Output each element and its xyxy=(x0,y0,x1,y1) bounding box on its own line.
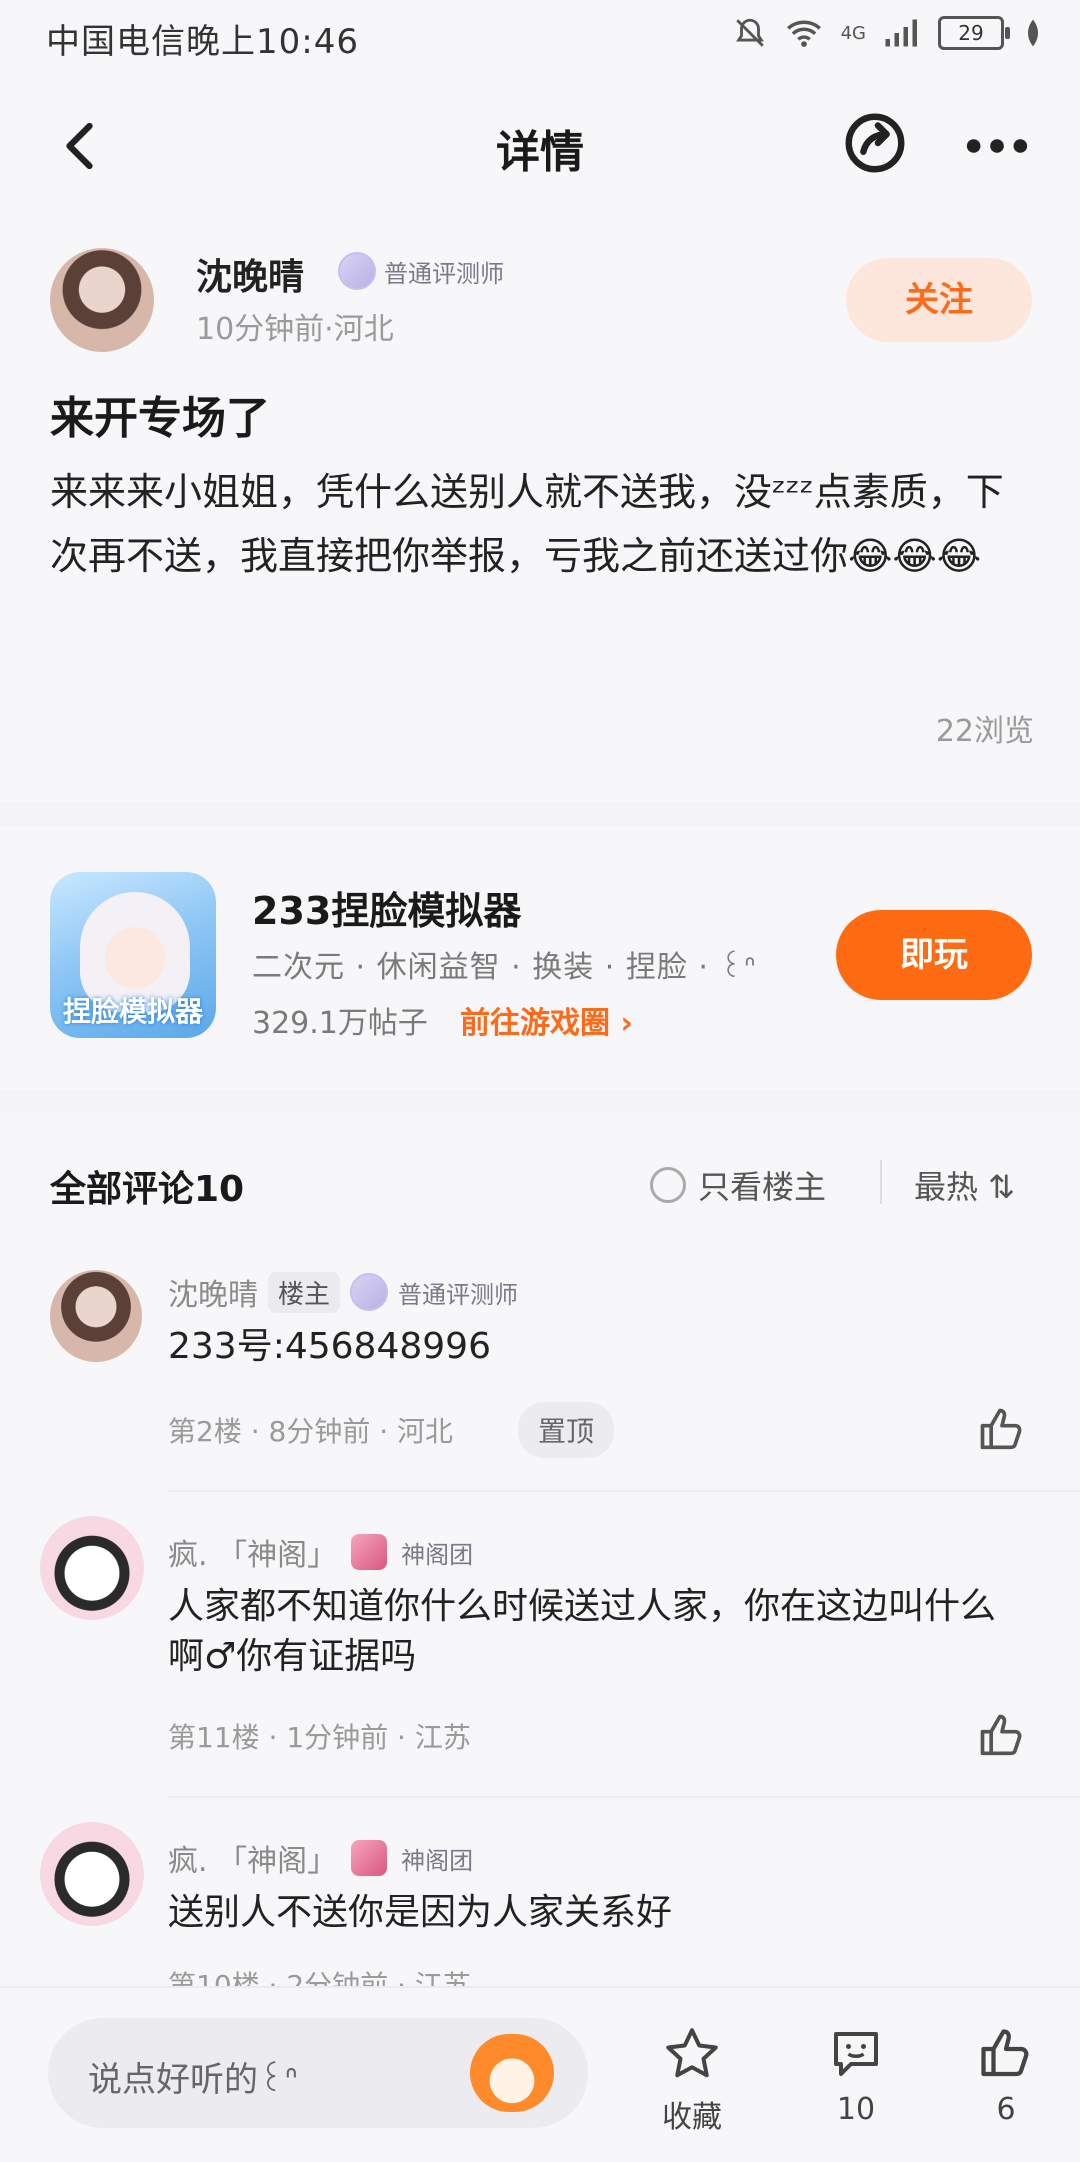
comment-header: 疯. 「神阁」 神阁团 xyxy=(168,1836,473,1880)
radio-icon[interactable] xyxy=(650,1167,686,1203)
share-icon[interactable] xyxy=(840,108,910,178)
like-count: 6 xyxy=(996,2092,1016,2127)
comment-badge-label: 普通评测师 xyxy=(398,1280,519,1309)
author-badge-label: 普通评测师 xyxy=(384,259,504,288)
battery-indicator: 29 xyxy=(938,16,1010,50)
leaf-icon xyxy=(1028,19,1038,47)
wifi-icon xyxy=(786,20,821,47)
guild-badge-icon xyxy=(351,1534,388,1570)
thumbs-up-icon[interactable] xyxy=(976,1404,1028,1456)
author-name[interactable]: 沈晚晴 xyxy=(196,248,304,300)
reviewer-badge-icon xyxy=(338,252,376,290)
comment-text: 人家都不知道你什么时候送过人家，你在这边叫什么啊♂你有证据吗 xyxy=(168,1586,997,1677)
game-post-count: 329.1万帖子 xyxy=(252,1006,428,1041)
game-app-icon[interactable]: 捏脸模拟器 xyxy=(50,872,216,1038)
post-meta: 10分钟前·河北 xyxy=(196,312,394,347)
sort-toggle[interactable]: 最热 ⇅ xyxy=(914,1162,1015,1208)
comment-author-name[interactable]: 疯. 「神阁」 xyxy=(168,1836,337,1880)
comment-input-placeholder: 说点好听的꒰ᐢ xyxy=(88,2060,298,2100)
favorite-button[interactable]: 收藏 xyxy=(632,2024,752,2136)
comment-icon xyxy=(834,2032,878,2076)
comment-header: 疯. 「神阁」 神阁团 xyxy=(168,1530,473,1574)
post-body: 来来来小姐姐，凭什么送别人就不送我，没ᶻᶻᶻ点素质，下次再不送，我直接把你举报，… xyxy=(50,470,1004,578)
top-bar: 详情 xyxy=(0,72,1080,222)
pinned-tag: 置顶 xyxy=(518,1402,615,1458)
comments-header: 全部评论10 xyxy=(50,1169,245,1210)
signal-icon xyxy=(885,19,917,47)
game-title[interactable]: 233捏脸模拟器 xyxy=(252,880,521,935)
view-count: 22浏览 xyxy=(935,714,1034,749)
status-bar: 中国电信晚上10:46 4G 29 xyxy=(0,0,1080,72)
comment-meta: 第2楼 · 8分钟前 · 河北 xyxy=(168,1415,454,1448)
comment-count-button[interactable]: 10 xyxy=(796,2024,916,2127)
comment-meta: 第11楼 · 1分钟前 · 江苏 xyxy=(168,1721,471,1754)
thumbs-up-icon xyxy=(981,2029,1029,2077)
comment-divider xyxy=(168,1490,1080,1492)
play-button[interactable]: 即玩 xyxy=(836,910,1032,1000)
star-icon xyxy=(666,2028,718,2078)
reviewer-badge-icon xyxy=(350,1273,389,1311)
comment-author-name[interactable]: 沈晚晴 xyxy=(168,1270,258,1314)
follow-button[interactable]: 关注 xyxy=(846,258,1032,342)
favorite-label: 收藏 xyxy=(662,2100,722,2135)
status-icons: 4G 29 xyxy=(733,16,1044,50)
comment-author-name[interactable]: 疯. 「神阁」 xyxy=(168,1530,337,1574)
comment-badge-label: 神阁团 xyxy=(401,1846,474,1875)
mute-icon xyxy=(735,18,764,47)
author-badge: 普通评测师 xyxy=(338,252,504,290)
comment-avatar[interactable] xyxy=(50,1270,142,1362)
comment-text: 送别人不送你是因为人家关系好 xyxy=(168,1892,673,1933)
more-icon[interactable] xyxy=(962,116,1032,176)
network-type: 4G xyxy=(840,22,866,44)
post-title: 来开专场了 xyxy=(50,393,270,444)
game-icon-logo: 捏脸模拟器 xyxy=(62,995,203,1028)
comment-count: 10 xyxy=(836,2092,876,2127)
mascot-emoji-icon[interactable] xyxy=(470,2034,554,2112)
comment-avatar[interactable] xyxy=(40,1822,144,1926)
thumbs-up-icon[interactable] xyxy=(976,1710,1028,1762)
guild-badge-icon xyxy=(351,1840,388,1876)
comment-header: 沈晚晴 楼主 普通评测师 xyxy=(168,1270,518,1314)
game-icon-face xyxy=(105,927,165,989)
comment-text: 233号:456848996 xyxy=(168,1326,491,1367)
game-tags: 二次元 · 休闲益智 · 换装 · 捏脸 · ꒰ᐢ xyxy=(252,950,757,985)
like-button[interactable]: 6 xyxy=(946,2024,1066,2127)
status-carrier-time: 中国电信晚上10:46 xyxy=(46,22,359,62)
comment-avatar[interactable] xyxy=(40,1516,144,1620)
only-op-label: 只看楼主 xyxy=(698,1168,827,1206)
only-op-toggle[interactable]: 只看楼主 xyxy=(650,1162,826,1208)
comment-divider xyxy=(168,1796,1080,1798)
comment-badge-label: 神阁团 xyxy=(401,1540,474,1569)
game-circle-link[interactable]: 前往游戏圈 › xyxy=(460,998,633,1042)
filter-divider xyxy=(880,1160,882,1204)
op-tag: 楼主 xyxy=(268,1271,341,1313)
author-avatar[interactable] xyxy=(50,248,154,352)
page-title: 详情 xyxy=(496,127,584,178)
